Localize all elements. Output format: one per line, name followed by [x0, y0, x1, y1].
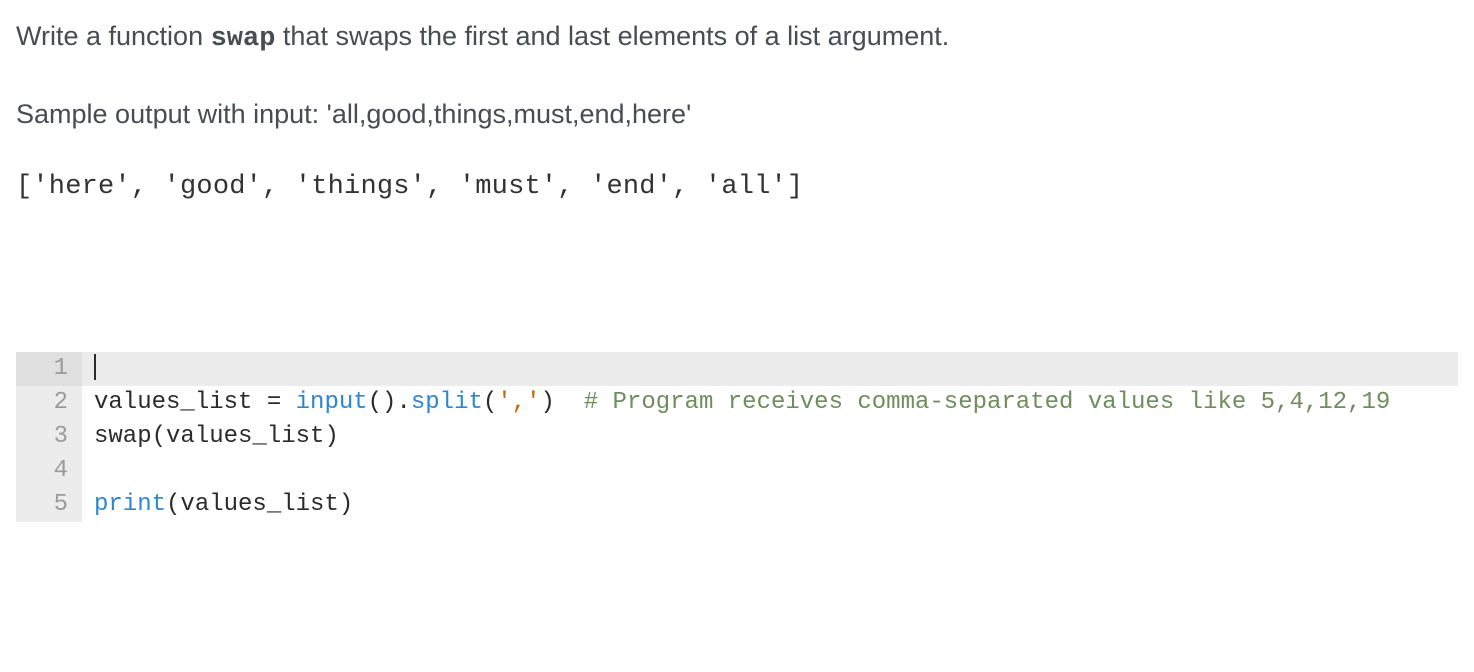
code-line[interactable]: 5 print(values_list)	[16, 488, 1458, 522]
code-token: input	[296, 389, 368, 416]
code-token: (	[483, 389, 497, 416]
sample-output-value: ['here', 'good', 'things', 'must', 'end'…	[16, 172, 1458, 202]
code-line[interactable]: 1	[16, 352, 1458, 386]
code-line[interactable]: 2 values_list = input().split(',') # Pro…	[16, 386, 1458, 420]
line-number: 5	[16, 488, 82, 522]
prompt-code-literal: swap	[211, 24, 276, 54]
code-token: swap(values_list)	[94, 423, 339, 450]
code-token: values_list	[94, 389, 267, 416]
code-token: )	[541, 389, 584, 416]
sample-output-label: Sample output with input: 'all,good,thin…	[16, 99, 1458, 130]
problem-statement: Write a function swap that swaps the fir…	[16, 18, 1458, 57]
code-content[interactable]	[82, 352, 1458, 386]
code-token: =	[267, 389, 296, 416]
code-token: ','	[497, 389, 540, 416]
code-comment: # Program receives comma-separated value…	[584, 389, 1391, 416]
code-content[interactable]: swap(values_list)	[82, 420, 1458, 454]
code-content[interactable]: values_list = input().split(',') # Progr…	[82, 386, 1458, 420]
code-content[interactable]: print(values_list)	[82, 488, 1458, 522]
line-number: 4	[16, 454, 82, 488]
code-line[interactable]: 3 swap(values_list)	[16, 420, 1458, 454]
line-number: 1	[16, 352, 82, 386]
code-content[interactable]	[82, 454, 1458, 488]
line-number: 2	[16, 386, 82, 420]
prompt-suffix: that swaps the first and last elements o…	[275, 21, 949, 51]
code-token: ().	[368, 389, 411, 416]
line-number: 3	[16, 420, 82, 454]
code-token: (values_list)	[166, 491, 353, 518]
code-line[interactable]: 4	[16, 454, 1458, 488]
prompt-prefix: Write a function	[16, 21, 211, 51]
code-editor[interactable]: 1 2 values_list = input().split(',') # P…	[16, 352, 1458, 522]
code-token: print	[94, 491, 166, 518]
text-cursor-icon	[94, 354, 96, 380]
code-token: split	[411, 389, 483, 416]
